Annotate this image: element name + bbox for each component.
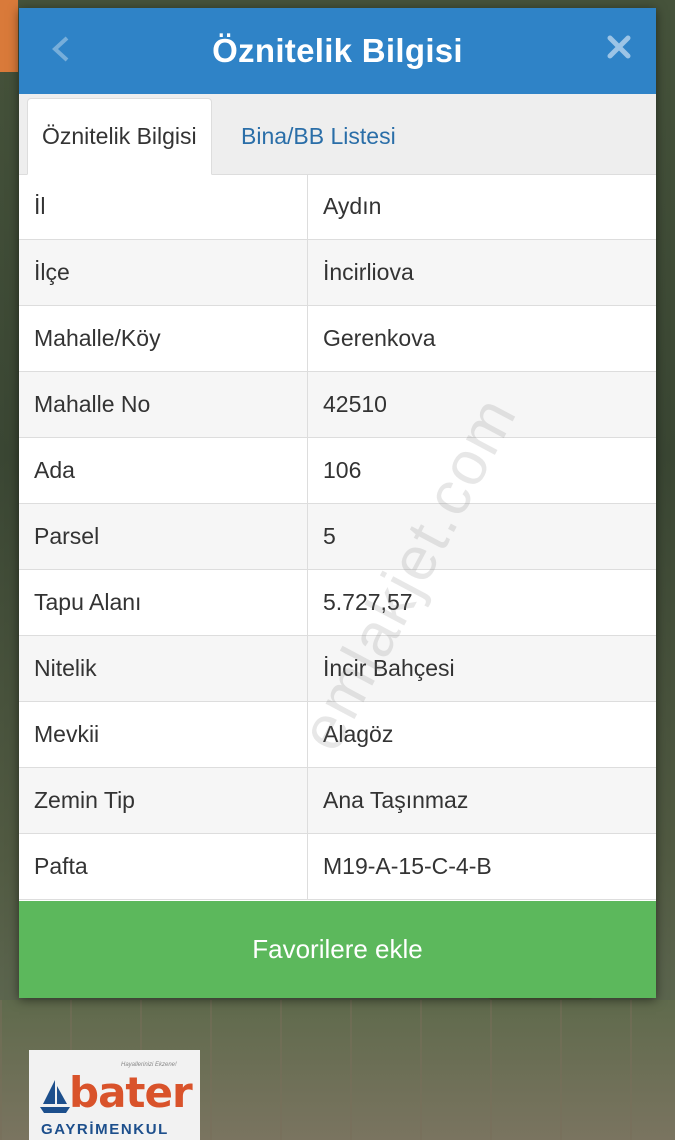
logo-name: bater bbox=[69, 1068, 193, 1117]
map-control-edge bbox=[0, 0, 18, 72]
table-row: Zemin Tip Ana Taşınmaz bbox=[19, 768, 656, 834]
table-row: Mevkii Alagöz bbox=[19, 702, 656, 768]
attribute-key: İl bbox=[19, 174, 308, 239]
table-row: Pafta M19-A-15-C-4-B bbox=[19, 834, 656, 900]
attribute-value: 42510 bbox=[323, 391, 387, 417]
attribute-key: Mahalle/Köy bbox=[19, 306, 308, 371]
company-logo: Hayallerinizi Ekzene! bater GAYRİMENKUL bbox=[29, 1050, 200, 1140]
table-row: Tapu Alanı 5.727,57 bbox=[19, 570, 656, 636]
attribute-key: Ada bbox=[19, 438, 308, 503]
attribute-key: Mevkii bbox=[19, 702, 308, 767]
tab-bar: Öznitelik Bilgisi Bina/BB Listesi bbox=[19, 94, 656, 175]
attribute-key: Parsel bbox=[19, 504, 308, 569]
sailboat-icon bbox=[40, 1080, 70, 1113]
table-row: Ada 106 bbox=[19, 438, 656, 504]
attribute-value: Alagöz bbox=[323, 721, 394, 747]
table-row: İl Aydın bbox=[19, 174, 656, 240]
table-row: İlçe İncirliova bbox=[19, 240, 656, 306]
attribute-info-dialog: Öznitelik Bilgisi Öznitelik Bilgisi Bina… bbox=[19, 8, 656, 998]
attribute-value: İncirliova bbox=[323, 259, 414, 285]
attribute-key: Tapu Alanı bbox=[19, 570, 308, 635]
attribute-value: 106 bbox=[323, 457, 362, 483]
attribute-value: 5 bbox=[323, 523, 336, 549]
back-arrow-icon[interactable] bbox=[49, 34, 75, 64]
attribute-key: Zemin Tip bbox=[19, 768, 308, 833]
dialog-header: Öznitelik Bilgisi bbox=[19, 8, 656, 94]
attribute-table: İl Aydın İlçe İncirliova Mahalle/Köy Ger… bbox=[19, 174, 656, 900]
table-row: Nitelik İncir Bahçesi bbox=[19, 636, 656, 702]
attribute-value: Ana Taşınmaz bbox=[323, 787, 469, 813]
dialog-title: Öznitelik Bilgisi bbox=[212, 32, 463, 69]
logo-subtitle: GAYRİMENKUL bbox=[41, 1121, 169, 1138]
attribute-value: Gerenkova bbox=[323, 325, 436, 351]
attribute-value: 5.727,57 bbox=[323, 589, 413, 615]
attribute-key: Mahalle No bbox=[19, 372, 308, 437]
table-row: Mahalle No 42510 bbox=[19, 372, 656, 438]
attribute-key: İlçe bbox=[19, 240, 308, 305]
table-row: Mahalle/Köy Gerenkova bbox=[19, 306, 656, 372]
attribute-value: M19-A-15-C-4-B bbox=[323, 853, 492, 879]
attribute-value: Aydın bbox=[323, 193, 382, 219]
attribute-value: İncir Bahçesi bbox=[323, 655, 455, 681]
attribute-key: Pafta bbox=[19, 834, 308, 899]
close-icon bbox=[607, 35, 631, 59]
add-to-favorites-button[interactable]: Favorilere ekle bbox=[19, 901, 656, 998]
tab-building-list[interactable]: Bina/BB Listesi bbox=[227, 98, 410, 174]
attribute-key: Nitelik bbox=[19, 636, 308, 701]
tab-attribute-info[interactable]: Öznitelik Bilgisi bbox=[27, 98, 212, 175]
table-row: Parsel 5 bbox=[19, 504, 656, 570]
close-button[interactable] bbox=[602, 30, 636, 64]
